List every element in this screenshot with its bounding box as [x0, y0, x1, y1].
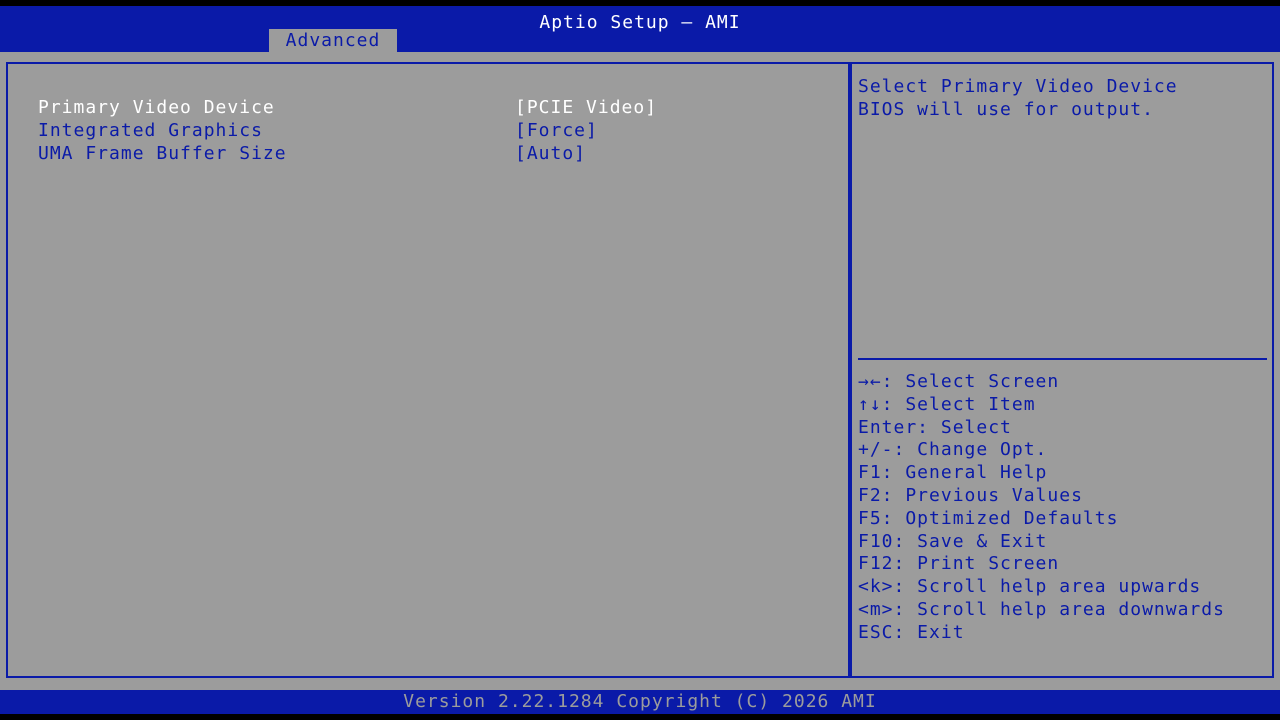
- key-hint-f2: F2: Previous Values: [858, 484, 1083, 506]
- option-value[interactable]: [Force]: [515, 120, 598, 141]
- key-legend: →←: Select Screen ↑↓: Select Item Enter:…: [858, 371, 1273, 645]
- help-line: Select Primary Video Device: [858, 76, 1178, 97]
- option-value[interactable]: [PCIE Video]: [515, 97, 657, 118]
- key-hint-scroll-down: <m>: Scroll help area downwards: [858, 598, 1225, 620]
- key-hint-scroll-up: <k>: Scroll help area upwards: [858, 576, 1202, 598]
- option-label: Integrated Graphics: [38, 120, 263, 141]
- key-hint-select-screen: →←: Select Screen: [858, 371, 1060, 392]
- help-line: BIOS will use for output.: [858, 99, 1154, 120]
- key-hint-f12: F12: Print Screen: [858, 553, 1060, 575]
- help-description: Select Primary Video Device BIOS will us…: [858, 75, 1268, 121]
- option-value[interactable]: [Auto]: [515, 143, 586, 164]
- key-hint-f1: F1: General Help: [858, 462, 1048, 484]
- key-hint-enter: Enter: Select: [858, 416, 1012, 438]
- key-hint-f10: F10: Save & Exit: [858, 530, 1048, 552]
- bios-screen: Aptio Setup – AMI Advanced Primary Video…: [0, 0, 1280, 720]
- tab-advanced[interactable]: Advanced: [269, 29, 397, 52]
- option-primary-video-device[interactable]: Primary Video Device [PCIE Video]: [38, 97, 838, 120]
- key-hint-change-opt: +/-: Change Opt.: [858, 439, 1048, 461]
- key-hint-esc: ESC: Exit: [858, 621, 965, 643]
- option-label: UMA Frame Buffer Size: [38, 143, 287, 164]
- option-label: Primary Video Device: [38, 97, 275, 118]
- app-title: Aptio Setup – AMI: [539, 12, 741, 33]
- key-hint-f5: F5: Optimized Defaults: [858, 507, 1119, 529]
- option-integrated-graphics[interactable]: Integrated Graphics [Force]: [38, 120, 838, 143]
- footer-version: Version 2.22.1284 Copyright (C) 2026 AMI: [0, 690, 1280, 714]
- option-uma-frame-buffer-size[interactable]: UMA Frame Buffer Size [Auto]: [38, 143, 838, 166]
- header-bar: Aptio Setup – AMI: [0, 6, 1280, 52]
- key-hint-select-item: ↑↓: Select Item: [858, 393, 1036, 415]
- help-divider: [858, 358, 1267, 360]
